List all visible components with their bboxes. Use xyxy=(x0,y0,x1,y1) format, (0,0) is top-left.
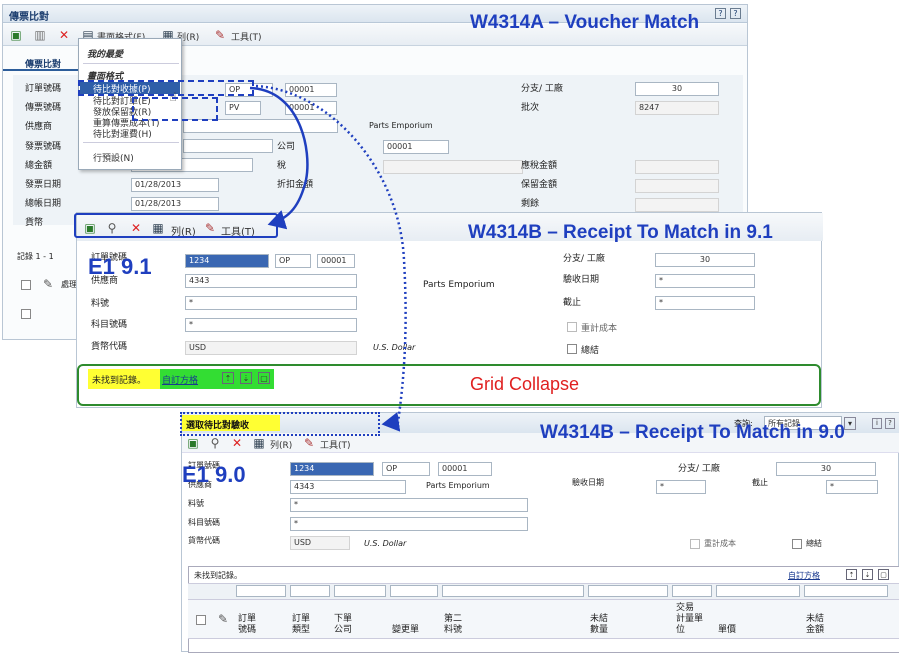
annotation-arrows xyxy=(249,84,407,432)
arrow-to-91 xyxy=(249,86,309,230)
arrow-to-90 xyxy=(255,84,407,432)
